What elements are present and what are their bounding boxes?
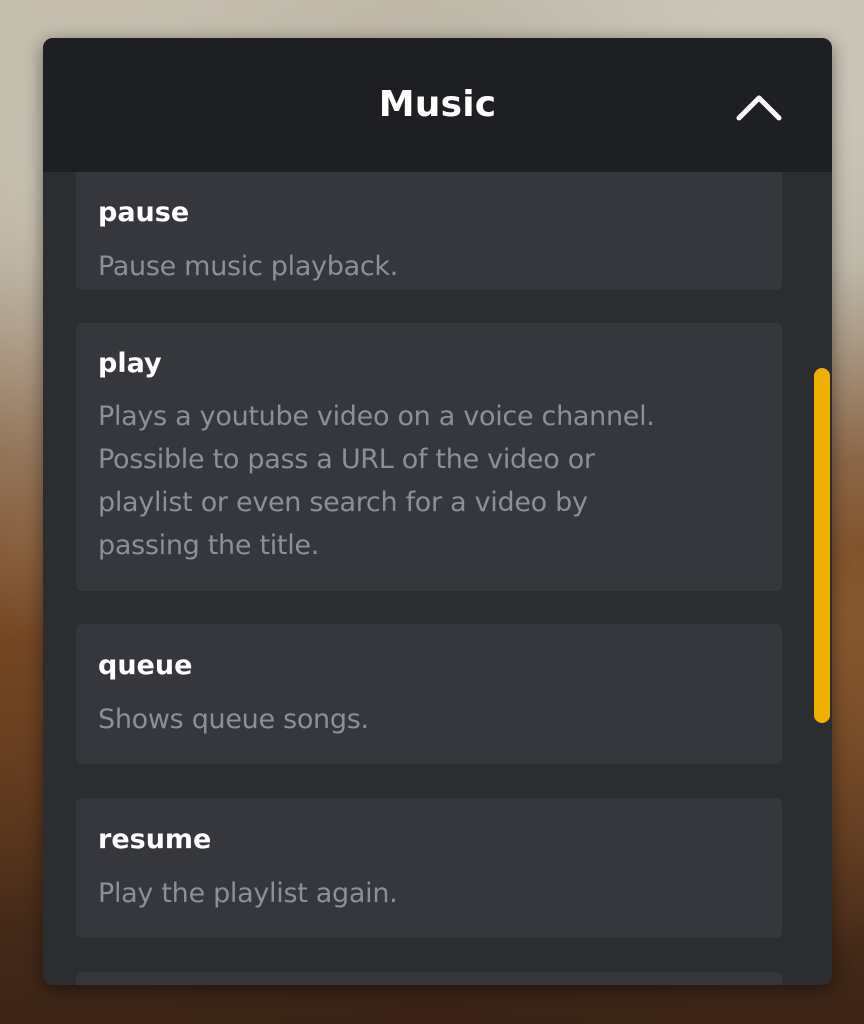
command-description: Shows queue songs. xyxy=(98,704,369,735)
command-card-play[interactable]: play Plays a youtube video on a voice ch… xyxy=(76,323,782,591)
scrollbar-track[interactable] xyxy=(814,172,832,985)
command-name: queue xyxy=(98,650,193,681)
command-list[interactable]: pause Pause music playback. play Plays a… xyxy=(43,172,816,985)
scrollbar-thumb[interactable] xyxy=(814,368,830,723)
command-card-resume[interactable]: resume Play the playlist again. xyxy=(76,798,782,938)
panel-header: Music xyxy=(43,38,832,172)
collapse-button[interactable] xyxy=(729,80,789,130)
panel-title: Music xyxy=(378,84,497,125)
music-commands-panel: Music pause Pause music playback. play P… xyxy=(43,38,832,985)
command-card-pause[interactable]: pause Pause music playback. xyxy=(76,172,782,290)
command-name: play xyxy=(98,348,162,379)
command-description: Pause music playback. xyxy=(98,251,399,282)
command-card-queue[interactable]: queue Shows queue songs. xyxy=(76,624,782,764)
command-description: Plays a youtube video on a voice channel… xyxy=(98,401,655,561)
command-description: Play the playlist again. xyxy=(98,878,398,909)
command-name: resume xyxy=(98,824,212,855)
command-name: pause xyxy=(98,197,190,228)
chevron-up-icon xyxy=(736,95,782,121)
command-card-next[interactable] xyxy=(76,972,782,985)
